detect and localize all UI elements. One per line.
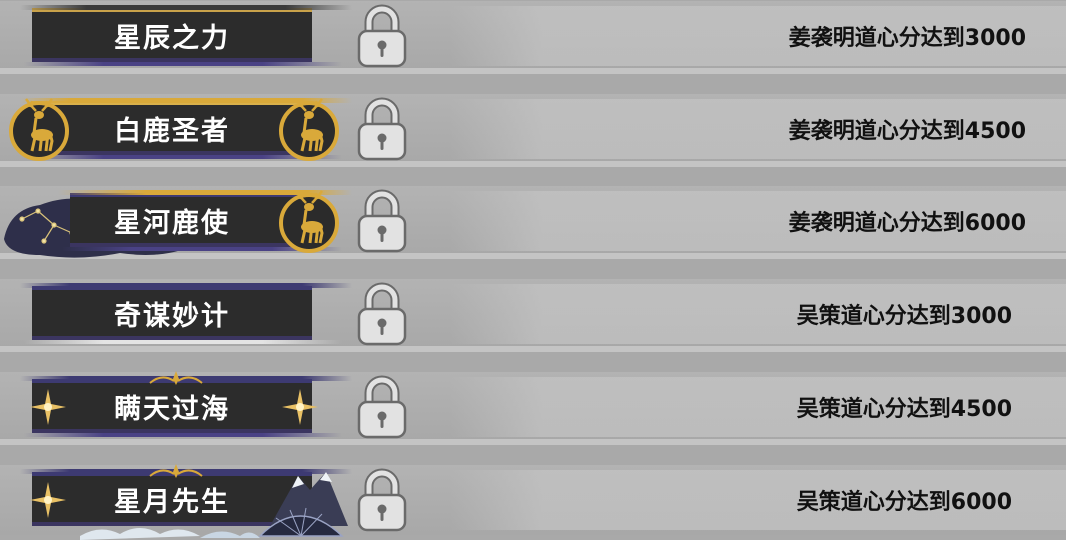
brush-stroke — [20, 5, 352, 10]
lock-icon — [357, 97, 407, 161]
title-plate: 白鹿圣者 — [20, 98, 352, 159]
mountain-fan-icon — [80, 472, 348, 540]
gold-star-icon — [282, 389, 318, 425]
title-plate: 奇谋妙计 — [20, 283, 352, 344]
achievement-title: 星河鹿使 — [114, 207, 230, 239]
achievement-row[interactable]: 星辰之力 姜袭明道心分达到3000 — [0, 0, 1066, 74]
title-plate: 瞒天过海 — [20, 376, 352, 437]
ornament-icon — [149, 371, 203, 385]
unlock-condition: 姜袭明道心分达到6000 — [788, 211, 1026, 236]
gold-star-icon — [30, 389, 66, 425]
brush-stroke — [20, 283, 352, 288]
title-plate: 星辰之力 — [20, 5, 352, 66]
achievement-row[interactable]: 瞒天过海 吴策道心分达到4500 — [0, 369, 1066, 445]
achievement-list: 星辰之力 姜袭明道心分达到3000 白鹿圣者 姜袭明道心分达到4500 星河鹿使… — [0, 0, 1066, 540]
achievement-title: 白鹿圣者 — [114, 115, 230, 147]
unlock-condition: 姜袭明道心分达到4500 — [788, 119, 1026, 144]
achievement-row[interactable]: 星月先生 吴策道心分达到6000 — [0, 462, 1066, 540]
lock-icon — [357, 4, 407, 68]
brush-stroke — [24, 433, 342, 437]
lock-icon — [357, 282, 407, 346]
brush-stroke — [24, 340, 342, 344]
achievement-title: 瞒天过海 — [114, 393, 230, 425]
deer-medallion-icon — [279, 98, 339, 161]
achievement-row[interactable]: 星河鹿使 姜袭明道心分达到6000 — [0, 183, 1066, 259]
achievement-row[interactable]: 白鹿圣者 姜袭明道心分达到4500 — [0, 91, 1066, 167]
achievement-title: 星辰之力 — [114, 22, 230, 54]
lock-icon — [357, 468, 407, 532]
unlock-condition: 姜袭明道心分达到3000 — [788, 26, 1026, 51]
achievement-row[interactable]: 奇谋妙计 吴策道心分达到3000 — [0, 276, 1066, 352]
lock-icon — [357, 189, 407, 253]
gold-star-icon — [30, 482, 66, 518]
unlock-condition: 吴策道心分达到3000 — [796, 304, 1012, 329]
achievement-title: 奇谋妙计 — [114, 300, 230, 332]
lock-icon — [357, 375, 407, 439]
deer-medallion-icon — [279, 190, 339, 253]
brush-stroke — [24, 62, 342, 66]
unlock-condition: 吴策道心分达到6000 — [796, 490, 1012, 515]
unlock-condition: 吴策道心分达到4500 — [796, 397, 1012, 422]
deer-medallion-icon — [9, 98, 69, 161]
